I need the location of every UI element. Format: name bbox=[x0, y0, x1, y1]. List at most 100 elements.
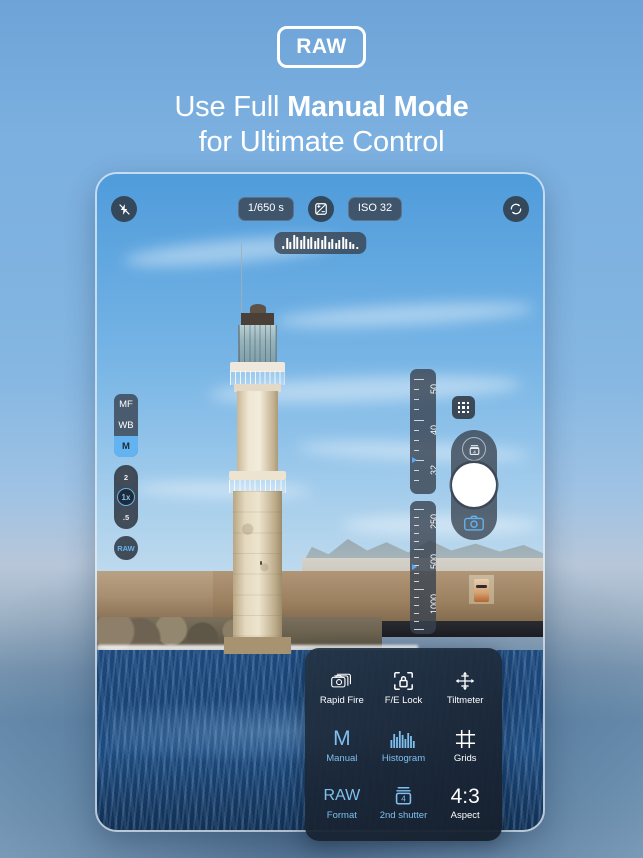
flash-off-glyph bbox=[118, 203, 130, 215]
histogram-bar bbox=[341, 237, 344, 249]
lighthouse-upper-body bbox=[236, 390, 279, 473]
menu-label-grids: Grids bbox=[453, 752, 477, 764]
tiltmeter-glyph bbox=[456, 671, 475, 691]
shutter-speed-readout[interactable]: 1/650 s bbox=[237, 197, 294, 221]
iso-tick-label-50: 50 bbox=[429, 384, 436, 395]
settings-panel: Rapid Fire F/E Lock Tiltmeter M Manual H… bbox=[305, 648, 502, 841]
zoom-selector[interactable]: 2 1x .5 bbox=[114, 465, 138, 529]
menu-item-aspect[interactable]: 4:3 Aspect bbox=[434, 774, 496, 832]
histogram-bar bbox=[331, 239, 334, 249]
iso-tick-label-40: 40 bbox=[429, 425, 436, 436]
raw-logo-badge: RAW bbox=[277, 26, 366, 68]
lighthouse-window bbox=[260, 560, 263, 565]
lighthouse bbox=[217, 242, 297, 654]
zoom-option-1x[interactable]: 1x bbox=[117, 488, 135, 506]
menu-item-histogram[interactable]: Histogram bbox=[373, 717, 435, 775]
shutter-slider-marker[interactable] bbox=[412, 563, 417, 570]
camera-glyph bbox=[464, 515, 484, 531]
second-shutter-count: 4 bbox=[473, 449, 476, 455]
promo-header: RAW Use Full Manual Mode for Ultimate Co… bbox=[0, 0, 643, 161]
tiltmeter-icon bbox=[454, 670, 476, 692]
raw-format-icon: RAW bbox=[323, 787, 361, 805]
menu-label-format: Format bbox=[326, 810, 357, 822]
headline-bold: Manual Mode bbox=[287, 91, 469, 123]
grid-apps-icon[interactable] bbox=[452, 396, 475, 419]
viewfinder-top-bar: 1/650 s ISO 32 bbox=[97, 196, 543, 222]
histogram-bar bbox=[348, 242, 351, 249]
histogram-glyph bbox=[390, 731, 416, 749]
histogram-bar bbox=[289, 242, 292, 249]
menu-item-rapid-fire[interactable]: Rapid Fire bbox=[311, 659, 373, 717]
camera-icon[interactable] bbox=[462, 512, 486, 534]
histogram-bar bbox=[285, 238, 288, 249]
histogram-bar bbox=[296, 237, 299, 249]
histogram-bar bbox=[324, 236, 327, 249]
grid-apps-glyph bbox=[457, 401, 470, 414]
promo-screenshot: RAW Use Full Manual Mode for Ultimate Co… bbox=[0, 0, 643, 858]
shutter-tick-label-250: 250 bbox=[429, 513, 436, 529]
shutter-capsule: 4 bbox=[451, 430, 497, 540]
histogram-bar bbox=[303, 236, 306, 249]
shutter-tick-label-1000: 1000 bbox=[429, 593, 436, 614]
exposure-compensation-icon[interactable] bbox=[307, 196, 334, 222]
headline-line-2: for Ultimate Control bbox=[198, 126, 445, 159]
menu-item-tiltmeter[interactable]: Tiltmeter bbox=[434, 659, 496, 717]
second-shutter-count-label: 4 bbox=[401, 795, 406, 804]
histogram-bar bbox=[306, 239, 309, 249]
exposure-comp-glyph bbox=[315, 203, 327, 215]
poster-portrait bbox=[474, 579, 489, 602]
menu-item-manual[interactable]: M Manual bbox=[311, 717, 373, 775]
second-shutter-glyph: 4 bbox=[469, 444, 479, 455]
shutter-speed-slider[interactable]: 250 500 1000 1000 bbox=[410, 501, 436, 634]
histogram-widget[interactable] bbox=[274, 232, 366, 254]
zoom-option-half[interactable]: .5 bbox=[117, 508, 135, 526]
lighthouse-mast bbox=[240, 242, 243, 313]
iso-slider-ticks bbox=[414, 369, 424, 494]
poster-sunglasses bbox=[475, 584, 488, 588]
lighthouse-lower-body bbox=[233, 490, 282, 650]
lighthouse-finial bbox=[249, 303, 266, 313]
raw-toggle-chip[interactable]: RAW bbox=[114, 536, 138, 560]
histogram-bar bbox=[355, 247, 358, 249]
histogram-bar bbox=[345, 239, 348, 249]
histogram-bar bbox=[292, 235, 295, 249]
iso-slider[interactable]: 50 40 32 bbox=[410, 369, 436, 494]
iso-slider-marker[interactable] bbox=[412, 457, 417, 464]
flash-off-icon[interactable] bbox=[111, 196, 137, 222]
iso-readout[interactable]: ISO 32 bbox=[347, 197, 403, 221]
histogram-bar bbox=[327, 242, 330, 249]
fe-lock-glyph bbox=[394, 672, 413, 691]
mode-option-wb[interactable]: WB bbox=[114, 415, 138, 436]
mode-option-mf[interactable]: MF bbox=[114, 394, 138, 415]
mode-option-m[interactable]: M bbox=[114, 436, 138, 457]
menu-label-aspect: Aspect bbox=[450, 810, 480, 822]
grids-glyph bbox=[455, 729, 475, 748]
second-shutter-icon: 4 bbox=[394, 785, 413, 807]
second-shutter-icon[interactable]: 4 bbox=[462, 437, 486, 461]
histogram-icon bbox=[390, 728, 416, 750]
shutter-button[interactable] bbox=[452, 463, 496, 507]
lighthouse-lantern bbox=[238, 325, 277, 364]
page-title: Use Full Manual Mode for Ultimate Contro… bbox=[0, 90, 643, 161]
fe-lock-icon bbox=[393, 670, 414, 692]
menu-item-grids[interactable]: Grids bbox=[434, 717, 496, 775]
zoom-option-2x[interactable]: 2 bbox=[117, 468, 135, 486]
menu-label-manual: Manual bbox=[326, 752, 358, 764]
lighthouse-base bbox=[223, 637, 292, 654]
menu-item-fe-lock[interactable]: F/E Lock bbox=[373, 659, 435, 717]
aspect-ratio-icon: 4:3 bbox=[450, 784, 480, 808]
rapid-fire-icon bbox=[331, 670, 353, 692]
histogram-bar bbox=[352, 244, 355, 249]
headline-line-1: Use Full Manual Mode bbox=[0, 90, 643, 125]
camera-flip-icon[interactable] bbox=[503, 196, 529, 222]
menu-item-format[interactable]: RAW Format bbox=[311, 774, 373, 832]
histogram-bar bbox=[317, 238, 320, 249]
rapid-fire-glyph bbox=[331, 673, 351, 688]
menu-label-rapid-fire: Rapid Fire bbox=[319, 695, 364, 707]
mode-selector[interactable]: MF WB M bbox=[114, 394, 138, 457]
lighthouse-cap bbox=[241, 312, 274, 326]
histogram-bar bbox=[310, 237, 313, 249]
menu-label-histogram: Histogram bbox=[381, 752, 426, 764]
menu-item-2nd-shutter[interactable]: 4 2nd shutter bbox=[373, 774, 435, 832]
histogram-bar bbox=[282, 246, 285, 249]
